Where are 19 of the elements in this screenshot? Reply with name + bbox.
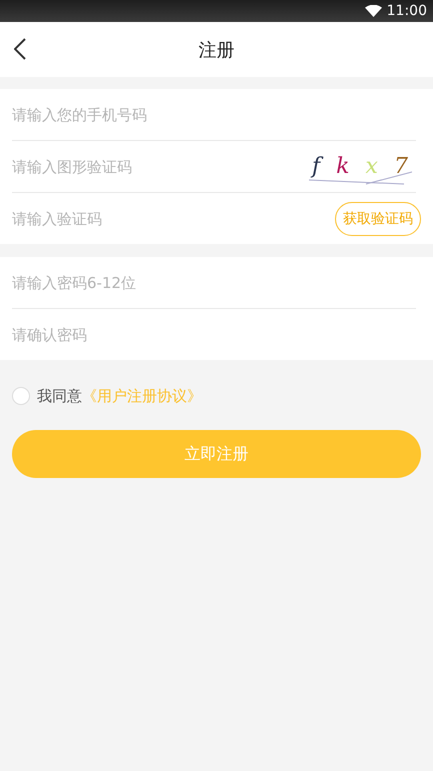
agree-radio[interactable]	[12, 387, 30, 405]
wifi-icon	[364, 5, 382, 17]
input-field[interactable]: 请输入密码6-12位	[12, 274, 416, 292]
input-field[interactable]: 请输入验证码	[12, 210, 335, 228]
agreement-link[interactable]: 《用户注册协议》	[82, 386, 202, 406]
captcha-character: x	[366, 154, 378, 179]
back-icon	[14, 38, 26, 60]
input-field[interactable]: 请确认密码	[12, 326, 416, 344]
get-code-button[interactable]: 获取验证码	[335, 202, 421, 236]
input-field[interactable]: 请输入您的手机号码	[12, 106, 416, 124]
captcha-image[interactable]: f k x 7	[304, 146, 416, 186]
captcha-character: k	[336, 154, 350, 179]
status-time: 11:00	[386, 3, 427, 19]
page-title: 注册	[198, 38, 234, 62]
back-button[interactable]	[14, 38, 26, 60]
register-button[interactable]: 立即注册	[12, 430, 421, 478]
agree-label: 我同意	[37, 386, 82, 406]
input-field[interactable]: 请输入图形验证码	[12, 158, 304, 176]
captcha-character: 7	[394, 154, 408, 179]
